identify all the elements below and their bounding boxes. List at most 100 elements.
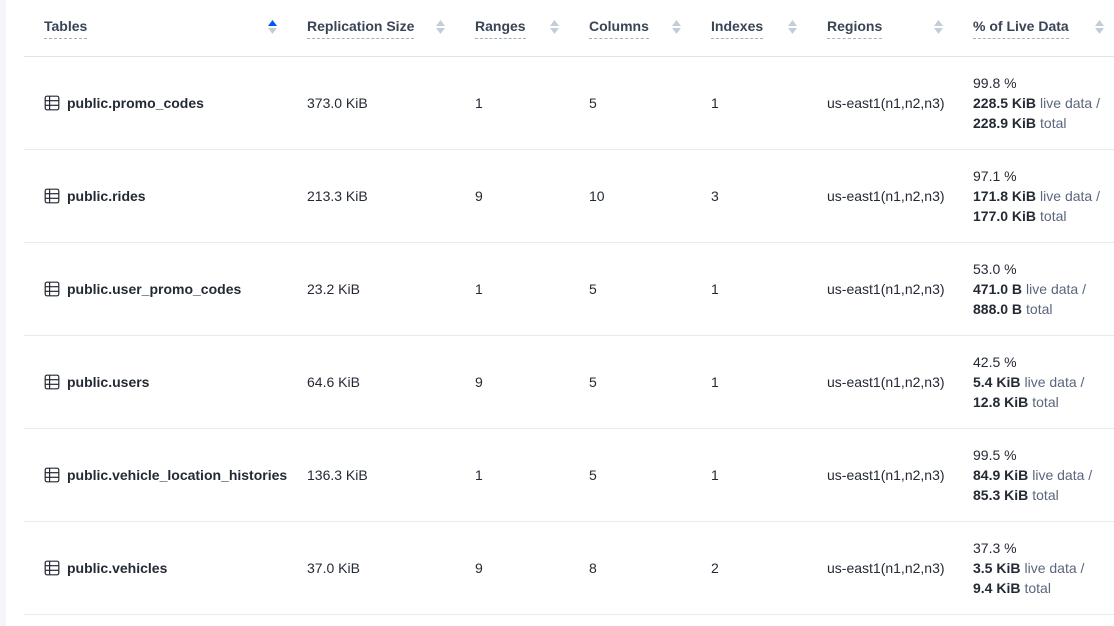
column-header-columns[interactable]: Columns — [589, 18, 711, 39]
regions-cell: us-east1(n1,n2,n3) — [827, 188, 973, 204]
live-data-cell: 37.3 % 3.5 KiBlive data / 9.4 KiBtotal — [973, 538, 1114, 598]
regions-cell: us-east1(n1,n2,n3) — [827, 281, 973, 297]
columns-cell: 5 — [589, 374, 711, 390]
live-data-line: 84.9 KiBlive data / — [973, 465, 1114, 485]
tables-table: Tables Replication Size Ranges Columns I… — [24, 0, 1114, 615]
column-header-indexes[interactable]: Indexes — [711, 18, 827, 39]
live-data-suffix: live data / — [1040, 188, 1100, 204]
live-data-suffix: live data / — [1026, 281, 1086, 297]
indexes-cell: 1 — [711, 281, 827, 297]
table-row[interactable]: public.vehicles 37.0 KiB 9 8 2 us-east1(… — [24, 522, 1114, 615]
ranges-cell: 9 — [475, 560, 589, 576]
column-header-label: % of Live Data — [973, 18, 1069, 39]
replication-size-cell: 23.2 KiB — [307, 281, 475, 297]
live-data-line: 171.8 KiBlive data / — [973, 186, 1114, 206]
ranges-cell: 9 — [475, 188, 589, 204]
table-name-link[interactable]: public.promo_codes — [67, 95, 204, 111]
total-data-line: 177.0 KiBtotal — [973, 206, 1114, 226]
sort-arrows-icon[interactable] — [934, 20, 943, 34]
ranges-cell: 9 — [475, 374, 589, 390]
column-header-label: Columns — [589, 18, 649, 39]
live-data-percent: 99.8 % — [973, 73, 1114, 93]
column-header-label: Replication Size — [307, 18, 414, 39]
total-data-suffix: total — [1032, 487, 1058, 503]
total-data-line: 9.4 KiBtotal — [973, 578, 1114, 598]
indexes-cell: 1 — [711, 467, 827, 483]
table-grid-icon — [44, 467, 60, 483]
table-body: public.promo_codes 373.0 KiB 1 5 1 us-ea… — [24, 57, 1114, 615]
total-data-suffix: total — [1026, 301, 1052, 317]
column-header-regions[interactable]: Regions — [827, 18, 973, 39]
total-data-suffix: total — [1040, 115, 1066, 131]
tables-list-page: Tables Replication Size Ranges Columns I… — [0, 0, 1114, 626]
table-row[interactable]: public.rides 213.3 KiB 9 10 3 us-east1(n… — [24, 150, 1114, 243]
table-name-cell: public.user_promo_codes — [24, 281, 307, 297]
column-header-label: Regions — [827, 18, 882, 39]
replication-size-cell: 213.3 KiB — [307, 188, 475, 204]
indexes-cell: 2 — [711, 560, 827, 576]
live-data-line: 228.5 KiBlive data / — [973, 93, 1114, 113]
total-data-line: 85.3 KiBtotal — [973, 485, 1114, 505]
sort-arrows-icon[interactable] — [268, 20, 277, 34]
table-row[interactable]: public.promo_codes 373.0 KiB 1 5 1 us-ea… — [24, 57, 1114, 150]
columns-cell: 5 — [589, 95, 711, 111]
regions-cell: us-east1(n1,n2,n3) — [827, 467, 973, 483]
table-grid-icon — [44, 281, 60, 297]
table-row[interactable]: public.users 64.6 KiB 9 5 1 us-east1(n1,… — [24, 336, 1114, 429]
total-data-suffix: total — [1024, 580, 1050, 596]
table-name-cell: public.promo_codes — [24, 95, 307, 111]
columns-cell: 8 — [589, 560, 711, 576]
table-grid-icon — [44, 95, 60, 111]
column-header-label: Tables — [44, 18, 87, 39]
columns-cell: 10 — [589, 188, 711, 204]
table-row[interactable]: public.vehicle_location_histories 136.3 … — [24, 429, 1114, 522]
columns-cell: 5 — [589, 467, 711, 483]
live-data-line: 3.5 KiBlive data / — [973, 558, 1114, 578]
column-header-replication-size[interactable]: Replication Size — [307, 18, 475, 39]
replication-size-cell: 373.0 KiB — [307, 95, 475, 111]
table-row[interactable]: public.user_promo_codes 23.2 KiB 1 5 1 u… — [24, 243, 1114, 336]
table-grid-icon — [44, 374, 60, 390]
replication-size-cell: 37.0 KiB — [307, 560, 475, 576]
table-name-link[interactable]: public.vehicles — [67, 560, 167, 576]
table-name-cell: public.vehicle_location_histories — [24, 467, 307, 483]
indexes-cell: 1 — [711, 374, 827, 390]
table-name-cell: public.rides — [24, 188, 307, 204]
sort-arrows-icon[interactable] — [672, 20, 681, 34]
sort-arrows-icon[interactable] — [788, 20, 797, 34]
sort-arrows-icon[interactable] — [1095, 20, 1104, 34]
table-name-link[interactable]: public.rides — [67, 188, 146, 204]
ranges-cell: 1 — [475, 95, 589, 111]
regions-cell: us-east1(n1,n2,n3) — [827, 95, 973, 111]
live-data-cell: 99.8 % 228.5 KiBlive data / 228.9 KiBtot… — [973, 73, 1114, 133]
table-header-row: Tables Replication Size Ranges Columns I… — [24, 0, 1114, 57]
live-data-percent: 97.1 % — [973, 166, 1114, 186]
sort-arrows-icon[interactable] — [550, 20, 559, 34]
table-name-link[interactable]: public.vehicle_location_histories — [67, 467, 287, 483]
column-header-label: Ranges — [475, 18, 526, 39]
live-data-percent: 42.5 % — [973, 352, 1114, 372]
table-name-link[interactable]: public.user_promo_codes — [67, 281, 241, 297]
total-data-suffix: total — [1040, 208, 1066, 224]
table-grid-icon — [44, 560, 60, 576]
table-name-cell: public.vehicles — [24, 560, 307, 576]
table-name-cell: public.users — [24, 374, 307, 390]
live-data-percent: 37.3 % — [973, 538, 1114, 558]
total-data-line: 12.8 KiBtotal — [973, 392, 1114, 412]
sort-arrows-icon[interactable] — [436, 20, 445, 34]
table-name-link[interactable]: public.users — [67, 374, 149, 390]
live-data-suffix: live data / — [1024, 374, 1084, 390]
live-data-cell: 97.1 % 171.8 KiBlive data / 177.0 KiBtot… — [973, 166, 1114, 226]
column-header-tables[interactable]: Tables — [24, 18, 307, 39]
live-data-line: 471.0 Blive data / — [973, 279, 1114, 299]
column-header-ranges[interactable]: Ranges — [475, 18, 589, 39]
column-header-label: Indexes — [711, 18, 763, 39]
live-data-cell: 53.0 % 471.0 Blive data / 888.0 Btotal — [973, 259, 1114, 319]
live-data-percent: 53.0 % — [973, 259, 1114, 279]
columns-cell: 5 — [589, 281, 711, 297]
column-header-live-data[interactable]: % of Live Data — [973, 18, 1114, 39]
live-data-suffix: live data / — [1040, 95, 1100, 111]
live-data-suffix: live data / — [1032, 467, 1092, 483]
live-data-percent: 99.5 % — [973, 445, 1114, 465]
live-data-line: 5.4 KiBlive data / — [973, 372, 1114, 392]
